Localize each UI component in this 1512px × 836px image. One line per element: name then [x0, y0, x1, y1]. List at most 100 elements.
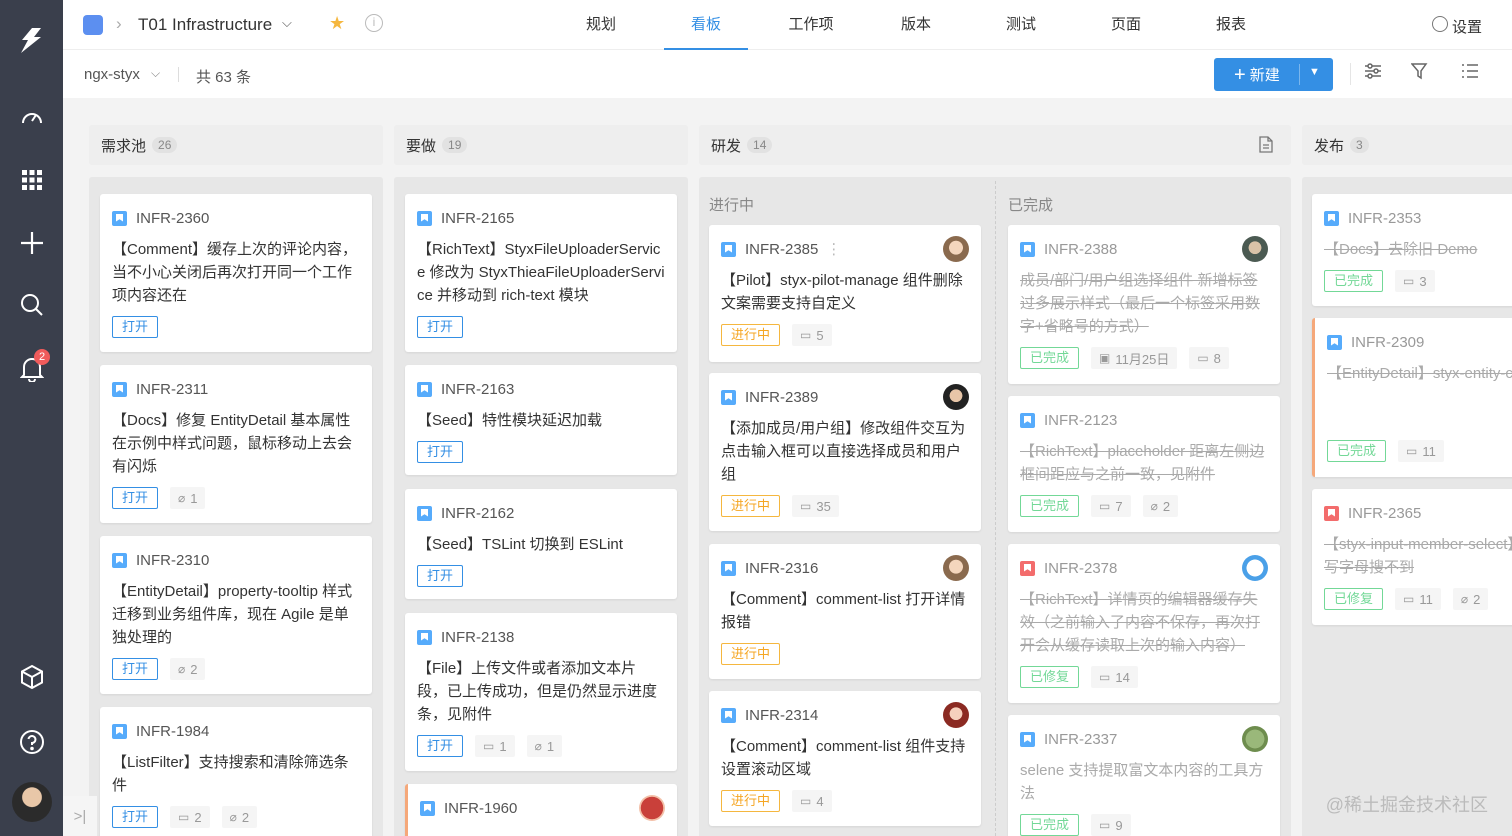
status-badge[interactable]: 已完成 — [1020, 495, 1080, 517]
status-badge[interactable]: 打开 — [417, 441, 464, 463]
logo-icon[interactable] — [16, 25, 48, 57]
notification-bell-icon[interactable]: 2 — [16, 349, 50, 385]
status-badge[interactable]: 打开 — [112, 316, 159, 338]
tab-versions[interactable]: 版本 — [881, 0, 951, 50]
status-badge[interactable]: 进行中 — [721, 643, 781, 665]
collapse-sidebar-icon[interactable]: >| — [63, 796, 97, 836]
work-item-card[interactable]: INFR-2378 【RichText】详情页的编辑器缓存失效（之前输入了内容不… — [1008, 544, 1280, 703]
work-item-card[interactable]: INFR-1984 【ListFilter】支持搜索和清除筛选条件 打开 ▭ 2 ⌀ 2 — [100, 707, 372, 836]
comment-icon: ▭ — [1099, 499, 1111, 513]
work-item-card[interactable]: INFR-2388 成员/部门/用户组选择组件 新增标签过多展示样式（最后一个标… — [1008, 225, 1280, 384]
status-badge[interactable]: 打开 — [417, 316, 464, 338]
new-dropdown-icon[interactable]: ▼ — [1309, 66, 1320, 78]
column-header: 要做 19 — [394, 125, 688, 165]
status-badge[interactable]: 打开 — [417, 565, 464, 587]
settings-link[interactable]: 设置 — [1452, 16, 1482, 37]
tab-test[interactable]: 测试 — [986, 0, 1056, 50]
assignee-avatar[interactable] — [1242, 555, 1268, 581]
work-item-card[interactable]: INFR-2316 【Comment】comment-list 打开详情报错 进… — [709, 544, 981, 679]
project-icon — [83, 15, 103, 35]
assignee-avatar[interactable] — [943, 702, 969, 728]
help-icon[interactable] — [16, 726, 48, 758]
comment-icon: ▭ — [800, 794, 812, 808]
apps-grid-icon[interactable] — [16, 164, 48, 196]
assignee-avatar[interactable] — [943, 236, 969, 262]
favorite-star-icon[interactable]: ★ — [329, 13, 345, 34]
tab-reports[interactable]: 报表 — [1196, 0, 1266, 50]
work-item-card[interactable]: INFR-2310 【EntityDetail】property-tooltip… — [100, 536, 372, 694]
status-badge[interactable]: 进行中 — [721, 324, 781, 346]
status-badge[interactable]: 已完成 — [1020, 347, 1080, 369]
work-item-card[interactable]: INFR-1960 — [405, 784, 677, 836]
bug-type-icon — [1324, 505, 1339, 521]
story-type-icon — [721, 389, 736, 405]
work-item-card[interactable]: INFR-2165 【RichText】StyxFileUploaderServ… — [405, 194, 677, 352]
new-button[interactable]: + 新建 ▼ — [1214, 58, 1333, 91]
work-item-card[interactable]: INFR-2314 【Comment】comment-list 组件支持设置滚动… — [709, 691, 981, 826]
attachment-icon: ⌀ — [1150, 499, 1158, 513]
repo-dropdown-icon[interactable]: ⌵ — [151, 66, 160, 81]
tab-work-items[interactable]: 工作项 — [776, 0, 846, 50]
status-badge[interactable]: 进行中 — [721, 790, 781, 812]
status-badge[interactable]: 已完成 — [1020, 814, 1080, 836]
work-item-card[interactable]: INFR-2162 【Seed】TSLint 切换到 ESLint 打开 — [405, 489, 677, 599]
status-badge[interactable]: 已修复 — [1324, 588, 1384, 610]
work-item-card[interactable]: INFR-2163 【Seed】特性模块延迟加载 打开 — [405, 365, 677, 475]
assignee-avatar[interactable] — [1242, 726, 1268, 752]
work-item-card[interactable]: INFR-2337 selene 支持提取富文本内容的工具方法 已完成 ▭ 9 — [1008, 715, 1280, 836]
tab-pages[interactable]: 页面 — [1091, 0, 1161, 50]
status-badge[interactable]: 已完成 — [1324, 270, 1384, 292]
add-icon[interactable] — [16, 227, 48, 259]
work-item-card[interactable]: INFR-2309 【EntityDetail】styx-entity-crea… — [1312, 318, 1512, 477]
assignee-avatar[interactable] — [1242, 236, 1268, 262]
more-options-icon[interactable]: ⋮ — [826, 240, 841, 258]
work-item-card[interactable]: INFR-2138 【File】上传文件或者添加文本片段，已上传成功，但是仍然显… — [405, 613, 677, 771]
work-item-card[interactable]: INFR-2389 【添加成员/用户组】修改组件交互为点击输入框可以直接选择成员… — [709, 373, 981, 531]
comment-icon: ▭ — [1403, 274, 1415, 288]
dashboard-icon[interactable] — [16, 102, 48, 134]
subcolumn-label-doing: 进行中 — [709, 197, 755, 214]
work-item-card[interactable]: INFR-2353 【Docs】去除旧 Demo 已完成 ▭ 3 — [1312, 194, 1512, 306]
settings-gear-icon[interactable] — [1432, 16, 1448, 32]
document-icon[interactable] — [1259, 136, 1273, 157]
comment-count: ▭ 1 — [475, 735, 515, 757]
tab-plan[interactable]: 规划 — [566, 0, 636, 50]
search-icon[interactable] — [16, 289, 48, 321]
status-badge[interactable]: 打开 — [112, 487, 159, 509]
work-item-card[interactable]: INFR-2360 【Comment】缓存上次的评论内容，当不小心关闭后再次打开… — [100, 194, 372, 352]
repo-selector[interactable]: ngx-styx — [84, 66, 140, 83]
column-header: 发布 3 — [1302, 125, 1512, 165]
package-icon[interactable] — [16, 661, 48, 693]
assignee-avatar[interactable] — [943, 384, 969, 410]
status-badge[interactable]: 打开 — [112, 806, 159, 828]
story-type-icon — [721, 707, 736, 723]
status-badge[interactable]: 打开 — [112, 658, 159, 680]
comment-icon: ▭ — [483, 739, 495, 753]
settings-sliders-icon[interactable] — [1364, 62, 1382, 85]
work-item-card[interactable]: INFR-2123 【RichText】placeholder 距离左侧边框间距… — [1008, 396, 1280, 532]
assignee-avatar[interactable] — [943, 555, 969, 581]
work-item-card[interactable]: INFR-2311 【Docs】修复 EntityDetail 基本属性在示例中… — [100, 365, 372, 523]
status-badge[interactable]: 进行中 — [721, 495, 781, 517]
user-avatar[interactable] — [12, 782, 52, 822]
comment-count: ▭ 5 — [792, 324, 832, 346]
status-badge[interactable]: 已修复 — [1020, 666, 1080, 688]
project-title[interactable]: T01 Infrastructure — [138, 15, 272, 35]
assignee-avatar[interactable] — [639, 795, 665, 821]
project-dropdown-icon[interactable]: ⌵ — [282, 15, 292, 31]
tab-board[interactable]: 看板 — [664, 0, 748, 50]
list-view-icon[interactable] — [1461, 62, 1479, 85]
status-badge[interactable]: 打开 — [417, 735, 464, 757]
calendar-icon: ▣ — [1099, 351, 1111, 365]
filter-icon[interactable] — [1410, 62, 1429, 85]
status-badge[interactable]: 已完成 — [1327, 440, 1387, 462]
info-icon[interactable]: i — [365, 14, 383, 32]
notification-badge: 2 — [34, 349, 50, 365]
comment-icon: ▭ — [1403, 592, 1415, 606]
work-item-card[interactable]: INFR-2385 ⋮ 【Pilot】styx-pilot-manage 组件删除… — [709, 225, 981, 362]
comment-icon: ▭ — [178, 810, 190, 824]
top-bar: › T01 Infrastructure ⌵ ★ i 规划 看板 工作项 版本 … — [63, 0, 1512, 50]
story-type-icon — [1327, 334, 1342, 350]
work-item-card[interactable]: INFR-2365 【styx-input-member-select】大写字母… — [1312, 489, 1512, 625]
story-type-icon — [417, 381, 432, 397]
